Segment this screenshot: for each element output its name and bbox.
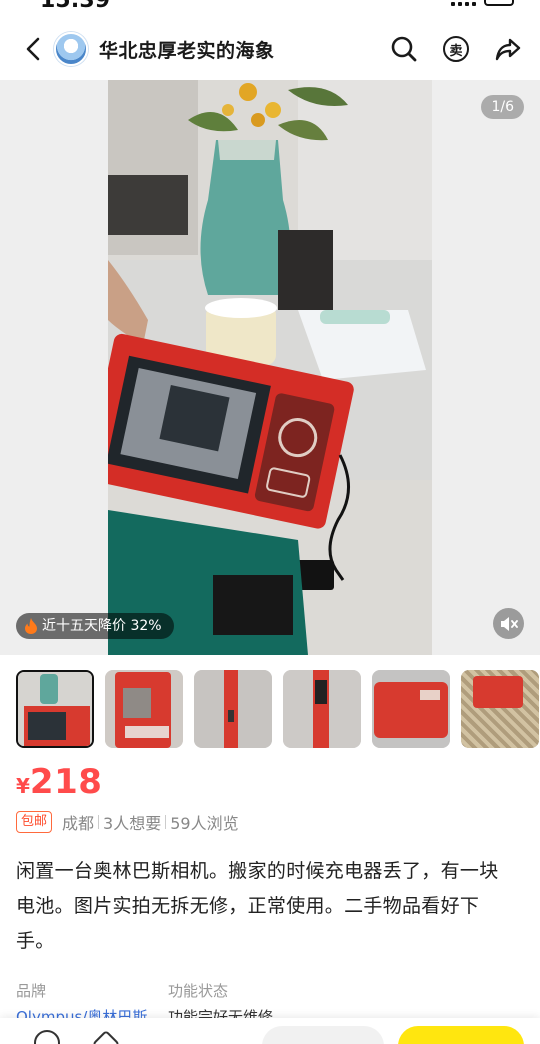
thumbnail-6[interactable] bbox=[461, 670, 539, 748]
location: 成都 bbox=[62, 814, 95, 833]
price-drop-badge: 近十五天降价 32% bbox=[16, 613, 174, 639]
price: ¥ 218 bbox=[16, 762, 102, 802]
thumbnail-1[interactable] bbox=[16, 670, 94, 748]
camera-photo-illustration bbox=[108, 80, 432, 655]
thumbnail-4[interactable] bbox=[283, 670, 361, 748]
meta-row: 包邮 成都 3人想要 59人浏览 bbox=[16, 810, 239, 834]
chat-button[interactable] bbox=[262, 1026, 384, 1044]
thumbnail-3[interactable] bbox=[194, 670, 272, 748]
search-button[interactable] bbox=[389, 34, 419, 64]
thumbnail-5[interactable] bbox=[372, 670, 450, 748]
brand-value-link[interactable]: Olympus/奥林巴斯 bbox=[16, 1008, 168, 1018]
thumbnail-2[interactable] bbox=[105, 670, 183, 748]
photo-gallery[interactable]: 1/6 近十五天降价 32% bbox=[0, 80, 540, 655]
signal-icon bbox=[451, 0, 476, 6]
item-description: 闲置一台奥林巴斯相机。搬家的时候充电器丢了，有一块电池。图片实拍无拆无修，正常使… bbox=[16, 860, 499, 952]
thumbnail-strip bbox=[16, 670, 540, 748]
seller-name[interactable]: 华北忠厚老实的海象 bbox=[99, 36, 275, 63]
status-icons bbox=[451, 0, 514, 6]
divider bbox=[98, 815, 100, 829]
share-icon bbox=[495, 38, 521, 61]
like-icon[interactable] bbox=[34, 1030, 60, 1044]
attribute-labels: 品牌 功能状态 bbox=[16, 980, 228, 1001]
mute-button[interactable] bbox=[493, 608, 524, 639]
back-button[interactable] bbox=[18, 34, 48, 64]
seller-avatar[interactable] bbox=[54, 32, 88, 66]
item-detail-page: 15:39 华北忠厚老实的海象 卖 bbox=[0, 0, 540, 1044]
top-header: 华北忠厚老实的海象 卖 bbox=[0, 22, 540, 78]
status-label: 功能状态 bbox=[168, 982, 229, 1000]
views-count: 59人浏览 bbox=[170, 814, 239, 833]
bottom-action-bar bbox=[0, 1018, 540, 1044]
free-shipping-badge: 包邮 bbox=[16, 811, 53, 833]
brand-label: 品牌 bbox=[16, 982, 47, 1000]
price-symbol: ¥ bbox=[16, 774, 30, 798]
price-drop-text: 近十五天降价 32% bbox=[42, 618, 162, 634]
main-photo[interactable] bbox=[108, 80, 432, 655]
photo-counter: 1/6 bbox=[481, 95, 524, 119]
battery-icon bbox=[484, 0, 514, 6]
chevron-left-icon bbox=[26, 37, 40, 61]
price-value: 218 bbox=[29, 762, 103, 802]
fire-icon bbox=[25, 618, 37, 634]
attribute-values: Olympus/奥林巴斯 功能完好无维修 bbox=[16, 1008, 273, 1018]
divider bbox=[165, 815, 167, 829]
status-time: 15:39 bbox=[40, 0, 110, 12]
star-icon[interactable] bbox=[91, 1029, 121, 1044]
mute-icon bbox=[500, 616, 518, 631]
status-bar: 15:39 bbox=[0, 0, 540, 12]
status-value: 功能完好无维修 bbox=[168, 1008, 274, 1018]
sell-button[interactable]: 卖 bbox=[441, 34, 471, 64]
wants-count: 3人想要 bbox=[103, 814, 162, 833]
search-icon bbox=[391, 36, 417, 62]
share-button[interactable] bbox=[493, 34, 523, 64]
sell-icon: 卖 bbox=[443, 36, 469, 62]
buy-button[interactable] bbox=[398, 1026, 524, 1044]
